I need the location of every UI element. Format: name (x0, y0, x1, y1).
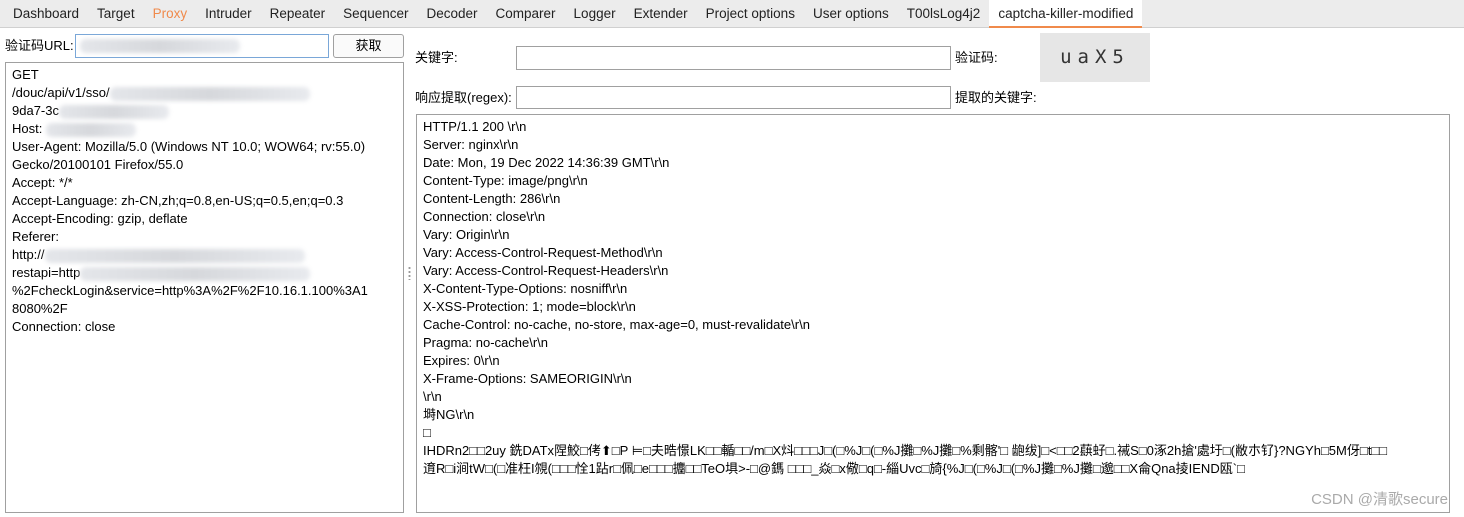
request-line-text: GET (12, 67, 39, 82)
request-line-text: Accept-Encoding: gzip, deflate (12, 211, 188, 226)
tab-target[interactable]: Target (88, 0, 144, 28)
response-line: HTTP/1.1 200 \r\n (423, 119, 527, 134)
redacted-text (44, 248, 305, 263)
tab-decoder[interactable]: Decoder (417, 0, 486, 28)
request-line-text: User-Agent: Mozilla/5.0 (Windows NT 10.0… (12, 139, 366, 154)
main-tab-bar: Dashboard Target Proxy Intruder Repeater Sequ… (0, 0, 1464, 28)
request-line-text: %2FcheckLogin&service=http%3A%2F%2F10.16… (12, 283, 368, 298)
watermark: CSDN @清歌secure (1311, 491, 1448, 508)
redacted-text (45, 122, 136, 137)
request-line-text: Accept: */* (12, 175, 73, 190)
request-line: Gecko/20100101 Firefox/55.0 (12, 156, 397, 174)
response-line: Expires: 0\r\n (423, 353, 500, 368)
response-line: Vary: Access-Control-Request-Method\r\n (423, 245, 663, 260)
redacted-text (109, 86, 310, 101)
request-line: /douc/api/v1/sso/ (12, 84, 397, 102)
response-line: X-Content-Type-Options: nosniff\r\n (423, 281, 628, 296)
tab-sequencer[interactable]: Sequencer (334, 0, 417, 28)
keyword-input[interactable] (516, 46, 951, 70)
request-line: Accept-Language: zh-CN,zh;q=0.8,en-US;q=… (12, 192, 397, 210)
tab-dashboard[interactable]: Dashboard (4, 0, 88, 28)
captcha-label: 验证码: (955, 50, 998, 65)
request-line-text: restapi=http (12, 265, 81, 280)
tab-intruder[interactable]: Intruder (196, 0, 261, 28)
response-line: Vary: Access-Control-Request-Headers\r\n (423, 263, 669, 278)
response-viewer[interactable]: HTTP/1.1 200 \r\n Server: nginx\r\n Date: … (416, 114, 1450, 513)
response-line: X-Frame-Options: SAMEORIGIN\r\n (423, 371, 632, 386)
response-line: Cache-Control: no-cache, no-store, max-a… (423, 317, 810, 332)
request-line-text: 8080%2F (12, 301, 68, 316)
response-line: Content-Length: 286\r\n (423, 191, 561, 206)
tab-repeater[interactable]: Repeater (261, 0, 335, 28)
response-line: Server: nginx\r\n (423, 137, 519, 152)
response-line: 塒NG\r\n (423, 407, 475, 422)
request-line: http:// (12, 246, 397, 264)
response-line: Content-Type: image/png\r\n (423, 173, 588, 188)
request-line: User-Agent: Mozilla/5.0 (Windows NT 10.0… (12, 138, 397, 156)
response-line: Vary: Origin\r\n (423, 227, 510, 242)
response-line: X-XSS-Protection: 1; mode=block\r\n (423, 299, 636, 314)
tab-project-options[interactable]: Project options (697, 0, 804, 28)
response-line: Connection: close\r\n (423, 209, 546, 224)
request-line-text: Host: (12, 121, 46, 136)
tab-comparer[interactable]: Comparer (487, 0, 565, 28)
request-line: 8080%2F (12, 300, 397, 318)
redacted-url (80, 38, 240, 53)
fetch-button[interactable]: 获取 (333, 34, 404, 58)
request-line-text: Connection: close (12, 319, 116, 334)
regex-label: 响应提取(regex): (415, 90, 512, 105)
redacted-text (58, 104, 169, 119)
tab-t00lslog4j2[interactable]: T00lsLog4j2 (898, 0, 990, 28)
redacted-text (80, 266, 311, 281)
request-line-text: Accept-Language: zh-CN,zh;q=0.8,en-US;q=… (12, 193, 344, 208)
response-line: Date: Mon, 19 Dec 2022 14:36:39 GMT\r\n (423, 155, 670, 170)
request-line-text: Referer: (12, 229, 59, 244)
request-line: Host: (12, 120, 397, 138)
response-line: \r\n (423, 389, 442, 404)
request-line-text: 9da7-3c (12, 103, 59, 118)
request-line-text: /douc/api/v1/sso/ (12, 85, 110, 100)
request-line: Referer: (12, 228, 397, 246)
captcha-url-input[interactable] (75, 34, 329, 58)
request-line: Accept: */* (12, 174, 397, 192)
keyword-label: 关键字: (415, 50, 458, 65)
response-line: IHDRn2□□2uy 銑DATx陧鮫□侤⬆□P ⊨□夫晧憬LK□□輴□□/m□… (423, 443, 1388, 458)
tab-captcha-killer-modified[interactable]: captcha-killer-modified (989, 0, 1143, 28)
request-line-text: Gecko/20100101 Firefox/55.0 (12, 157, 184, 172)
captcha-url-label: 验证码URL: (5, 38, 74, 53)
request-editor[interactable]: GET/douc/api/v1/sso/9da7-3c Host: User-Ag… (5, 62, 404, 513)
captcha-image: uaX5 (1040, 33, 1150, 82)
request-line: Accept-Encoding: gzip, deflate (12, 210, 397, 228)
response-line: 逳R□i涧tW□(□准枉I覙(□□□恮1跕r□佩□e□□□攟□□TeO埧>-□@… (423, 461, 1245, 476)
tab-extender[interactable]: Extender (625, 0, 697, 28)
request-line: restapi=http (12, 264, 397, 282)
request-line: %2FcheckLogin&service=http%3A%2F%2F10.16… (12, 282, 397, 300)
extracted-keyword-label: 提取的关键字: (955, 90, 1037, 105)
tab-logger[interactable]: Logger (565, 0, 625, 28)
tab-proxy[interactable]: Proxy (144, 0, 197, 28)
request-line: Connection: close (12, 318, 397, 336)
response-line: Pragma: no-cache\r\n (423, 335, 549, 350)
splitter-handle[interactable] (408, 266, 411, 280)
tab-user-options[interactable]: User options (804, 0, 898, 28)
request-line: 9da7-3c (12, 102, 397, 120)
regex-input[interactable] (516, 86, 951, 109)
response-line: □ (423, 425, 431, 440)
request-line-text: http:// (12, 247, 45, 262)
request-line: GET (12, 66, 397, 84)
